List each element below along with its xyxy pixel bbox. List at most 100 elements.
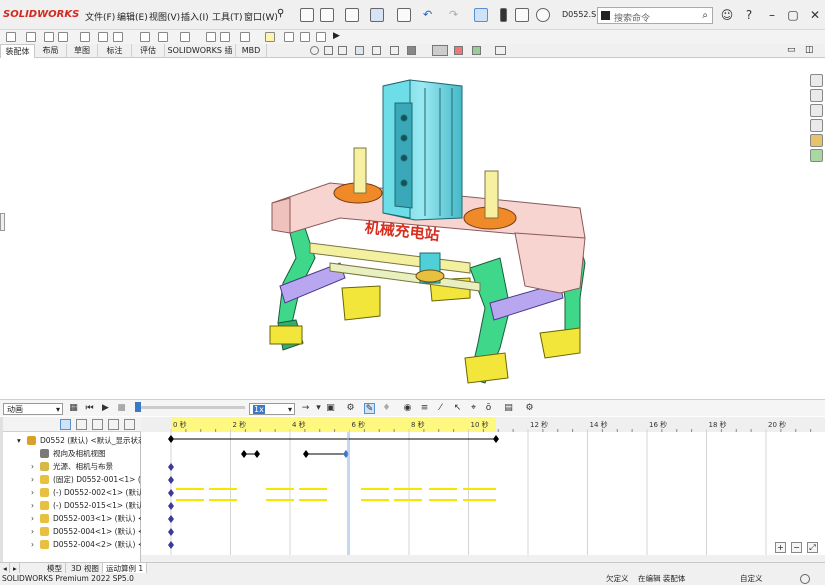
close-button[interactable]: ✕ bbox=[806, 6, 824, 24]
add-key-icon[interactable]: ♦ bbox=[381, 403, 392, 414]
rebuild-icon[interactable] bbox=[316, 32, 326, 42]
tab-solidworks-addins[interactable]: SOLIDWORKS 插件 bbox=[165, 44, 236, 68]
search-icon[interactable]: ⌕ bbox=[702, 10, 708, 21]
play-icon[interactable]: ▶ bbox=[100, 403, 111, 414]
tree-item-component[interactable]: › (-) D0552-002<1> (默认) bbox=[0, 486, 141, 499]
playback-mode-arrow-icon[interactable]: ▾ bbox=[313, 403, 324, 414]
file-explorer-icon[interactable] bbox=[810, 119, 823, 132]
show-hidden-icon[interactable] bbox=[98, 32, 108, 42]
assembly-features-icon[interactable] bbox=[113, 32, 123, 42]
chevron-right-icon[interactable]: › bbox=[31, 486, 34, 499]
zoom-out-icon[interactable]: − bbox=[791, 542, 802, 553]
new-document-icon[interactable] bbox=[320, 8, 334, 22]
exploded-view-icon[interactable] bbox=[206, 32, 216, 42]
chevron-right-icon[interactable]: › bbox=[31, 538, 34, 551]
hide-show-items-icon[interactable] bbox=[432, 45, 448, 56]
filter-selected-icon[interactable] bbox=[92, 419, 103, 430]
take-snapshot-icon[interactable] bbox=[265, 32, 275, 42]
menu-window[interactable]: 窗口(W) bbox=[244, 10, 278, 23]
panel-expand-handle[interactable] bbox=[0, 213, 5, 231]
expand-arrow-icon[interactable]: ▶ bbox=[333, 31, 340, 41]
camera-icon[interactable] bbox=[300, 32, 310, 42]
user-icon[interactable]: ☺ bbox=[718, 6, 736, 24]
results-plots-icon[interactable]: ▤ bbox=[503, 403, 514, 414]
animation-wizard-icon[interactable]: ⚙ bbox=[345, 403, 356, 414]
stop-icon[interactable]: ■ bbox=[116, 403, 127, 414]
minimize-button[interactable]: – bbox=[763, 6, 781, 24]
save-icon[interactable] bbox=[370, 8, 384, 22]
tree-item-component[interactable]: › (固定) D0552-001<1> (默 bbox=[0, 473, 141, 486]
dynamic-annotation-icon[interactable] bbox=[372, 46, 381, 55]
motion-study-properties-icon[interactable]: ⚙ bbox=[524, 403, 535, 414]
view-palette-icon[interactable] bbox=[810, 134, 823, 147]
solidworks-logo[interactable]: SOLIDWORKS bbox=[3, 9, 79, 20]
playback-speed-select[interactable]: 1x ▾ bbox=[249, 403, 295, 415]
force-icon[interactable]: ↖ bbox=[452, 403, 463, 414]
home-icon[interactable] bbox=[300, 8, 314, 22]
print-icon[interactable] bbox=[397, 8, 411, 22]
menu-tools[interactable]: 工具(T) bbox=[212, 10, 243, 23]
tree-item-component[interactable]: › (-) D0552-015<1> (默认) bbox=[0, 499, 141, 512]
zoom-in-icon[interactable]: + bbox=[775, 542, 786, 553]
tree-item-component[interactable]: › D0552-003<1> (默认) < bbox=[0, 512, 141, 525]
file-properties-icon[interactable] bbox=[515, 8, 529, 22]
tab-markup[interactable]: 标注 bbox=[98, 44, 132, 58]
select-cursor-icon[interactable] bbox=[474, 8, 488, 22]
open-icon[interactable] bbox=[345, 8, 359, 22]
large-assembly-icon[interactable] bbox=[284, 32, 294, 42]
tab-evaluate[interactable]: 评估 bbox=[132, 44, 165, 58]
units-selector[interactable]: 自定义 bbox=[740, 573, 763, 585]
window-restore-small-icon[interactable]: ▭ bbox=[787, 45, 796, 55]
redo-icon[interactable]: ↷ bbox=[449, 8, 463, 22]
status-help-icon[interactable] bbox=[800, 574, 810, 584]
tree-item-lights[interactable]: › 光源、相机与布景 bbox=[0, 460, 141, 473]
menu-view[interactable]: 视图(V) bbox=[149, 10, 180, 23]
chevron-right-icon[interactable]: › bbox=[31, 473, 34, 486]
mate-icon[interactable] bbox=[26, 32, 36, 42]
display-style-icon[interactable] bbox=[407, 46, 416, 55]
damper-icon[interactable]: ⁄ bbox=[435, 403, 446, 414]
reference-geometry-icon[interactable] bbox=[140, 32, 150, 42]
tree-item-component[interactable]: › D0552-004<1> (默认) < bbox=[0, 525, 141, 538]
collapse-tree-icon[interactable] bbox=[124, 419, 135, 430]
graphics-area[interactable]: 机械充电站 bbox=[0, 58, 808, 398]
traffic-light-icon[interactable] bbox=[500, 8, 507, 22]
new-motion-study-icon[interactable] bbox=[158, 32, 168, 42]
menu-edit[interactable]: 编辑(E) bbox=[117, 10, 148, 23]
instant3d-icon[interactable] bbox=[220, 32, 230, 42]
edit-appearance-icon[interactable] bbox=[454, 46, 463, 55]
bill-of-materials-icon[interactable] bbox=[180, 32, 190, 42]
tree-item-view-camera[interactable]: 视向及相机视图 bbox=[0, 447, 141, 460]
gravity-icon[interactable]: ō bbox=[483, 403, 494, 414]
play-from-start-icon[interactable]: ⏮ bbox=[84, 403, 95, 414]
spring-icon[interactable]: ≡ bbox=[419, 403, 430, 414]
chevron-right-icon[interactable]: › bbox=[31, 499, 34, 512]
zoom-to-fit-icon[interactable] bbox=[310, 46, 319, 55]
appearances-icon[interactable] bbox=[810, 149, 823, 162]
design-library-icon[interactable] bbox=[810, 104, 823, 117]
filter-animated-icon[interactable] bbox=[60, 419, 71, 430]
playback-slider[interactable] bbox=[135, 402, 245, 412]
motor-icon[interactable]: ◉ bbox=[402, 403, 413, 414]
view-settings-icon[interactable] bbox=[495, 46, 506, 55]
solidworks-resources-icon[interactable] bbox=[810, 89, 823, 102]
pin-icon[interactable]: ⚲ bbox=[277, 8, 291, 22]
search-input[interactable]: 搜索命令 ⌕ bbox=[597, 7, 713, 24]
menu-file[interactable]: 文件(F) bbox=[85, 10, 115, 23]
tab-mbd[interactable]: MBD bbox=[236, 44, 267, 58]
undo-icon[interactable]: ↶ bbox=[423, 8, 437, 22]
menu-insert[interactable]: 插入(I) bbox=[181, 10, 209, 23]
move-component-icon[interactable] bbox=[80, 32, 90, 42]
tab-sketch[interactable]: 草图 bbox=[67, 44, 98, 58]
calculate-icon[interactable]: ▦ bbox=[68, 403, 79, 414]
chevron-down-icon[interactable]: ▾ bbox=[17, 434, 21, 447]
chevron-right-icon[interactable]: › bbox=[31, 460, 34, 473]
playback-mode-icon[interactable]: → bbox=[300, 403, 311, 414]
chevron-right-icon[interactable]: › bbox=[31, 525, 34, 538]
study-type-select[interactable]: 动画 ▾ bbox=[3, 403, 63, 415]
apply-scene-icon[interactable] bbox=[472, 46, 481, 55]
autokey-icon[interactable]: ✎ bbox=[364, 403, 375, 414]
zoom-to-area-icon[interactable] bbox=[324, 46, 333, 55]
chevron-right-icon[interactable]: › bbox=[31, 512, 34, 525]
tab-layout[interactable]: 布局 bbox=[35, 44, 67, 58]
